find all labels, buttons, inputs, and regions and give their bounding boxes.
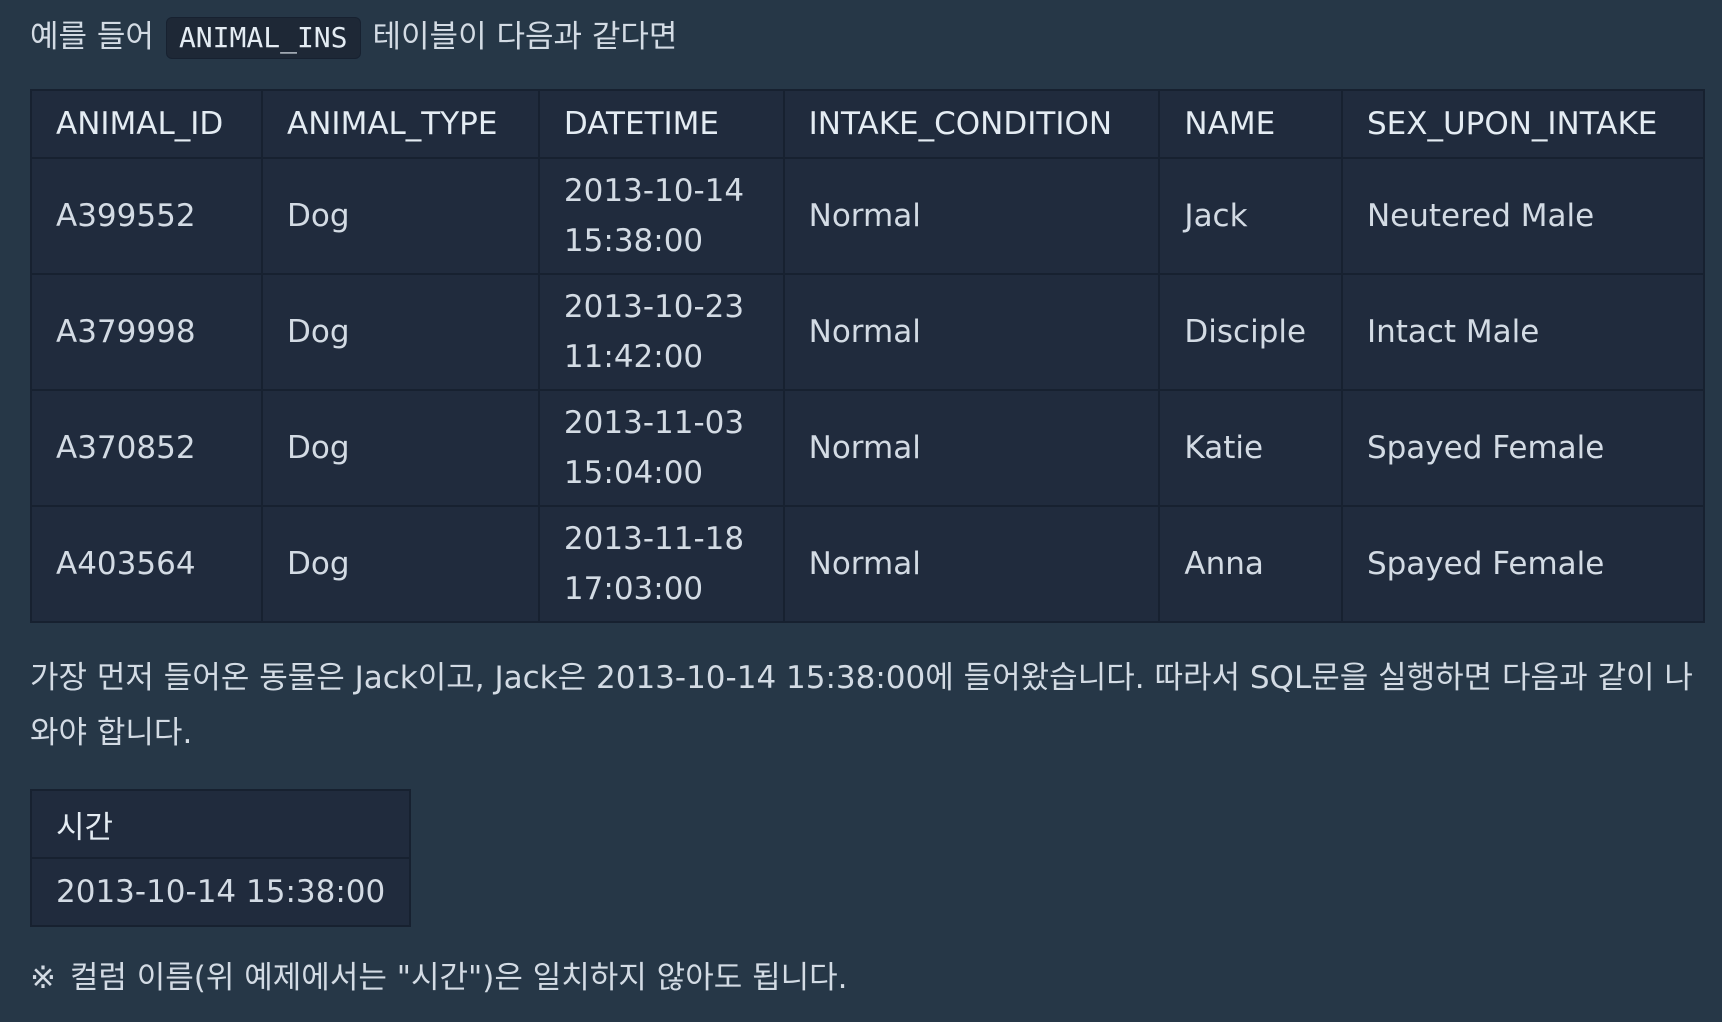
cell-datetime: 2013-11-03 15:04:00 bbox=[537, 389, 785, 507]
cell-intake-condition: Normal bbox=[782, 389, 1161, 507]
cell-date: 2013-10-23 bbox=[563, 289, 745, 325]
cell-sex-upon-intake: Intact Male bbox=[1340, 273, 1706, 391]
cell-sex-upon-intake: Spayed Female bbox=[1340, 505, 1706, 623]
cell-time: 17:03:00 bbox=[563, 571, 704, 607]
explanation-line-1: 가장 먼저 들어온 동물은 Jack이고, Jack은 2013-10-14 1… bbox=[30, 660, 1693, 696]
intro-text-before: 예를 들어 bbox=[30, 19, 154, 55]
table-row: A379998 Dog 2013-10-23 11:42:00 Normal Di… bbox=[29, 273, 1706, 391]
cell-sex-upon-intake: Neutered Male bbox=[1340, 157, 1706, 275]
cell-animal-type: Dog bbox=[261, 273, 540, 391]
explanation-paragraph: 가장 먼저 들어온 동물은 Jack이고, Jack은 2013-10-14 1… bbox=[30, 651, 1705, 761]
cell-name: Katie bbox=[1158, 389, 1343, 507]
table-row: A399552 Dog 2013-10-14 15:38:00 Normal Ja… bbox=[29, 157, 1706, 275]
cell-time: 15:38:00 bbox=[563, 223, 704, 259]
cell-date: 2013-11-03 bbox=[563, 405, 745, 441]
explanation-line-2: 와야 합니다. bbox=[30, 715, 193, 751]
expected-result-table: 시간 2013-10-14 15:38:00 bbox=[29, 789, 412, 927]
cell-time: 11:42:00 bbox=[563, 339, 704, 375]
header-animal-type: ANIMAL_TYPE bbox=[261, 89, 540, 159]
cell-name: Jack bbox=[1158, 157, 1343, 275]
result-header-row: 시간 bbox=[29, 789, 412, 859]
table-row: A370852 Dog 2013-11-03 15:04:00 Normal Ka… bbox=[29, 389, 1706, 507]
cell-animal-type: Dog bbox=[261, 505, 540, 623]
cell-date: 2013-11-18 bbox=[563, 521, 745, 557]
cell-date: 2013-10-14 bbox=[563, 173, 745, 209]
header-name: NAME bbox=[1158, 89, 1343, 159]
table-header-row: ANIMAL_ID ANIMAL_TYPE DATETIME INTAKE_CO… bbox=[29, 89, 1706, 159]
cell-name: Anna bbox=[1158, 505, 1343, 623]
cell-datetime: 2013-10-23 11:42:00 bbox=[537, 273, 785, 391]
cell-intake-condition: Normal bbox=[782, 273, 1161, 391]
result-cell-time: 2013-10-14 15:38:00 bbox=[29, 857, 412, 927]
cell-name: Disciple bbox=[1158, 273, 1343, 391]
note-paragraph: ※ 컬럼 이름(위 예제에서는 "시간")은 일치하지 않아도 됩니다. bbox=[30, 951, 1705, 1006]
header-datetime: DATETIME bbox=[537, 89, 785, 159]
intro-text-after: 테이블이 다음과 같다면 bbox=[372, 19, 678, 55]
note-reference-mark: ※ bbox=[30, 960, 56, 996]
cell-animal-id: A379998 bbox=[29, 273, 264, 391]
intro-paragraph: 예를 들어 ANIMAL_INS 테이블이 다음과 같다면 bbox=[30, 10, 1705, 65]
result-header-time: 시간 bbox=[29, 789, 412, 859]
cell-intake-condition: Normal bbox=[782, 157, 1161, 275]
cell-sex-upon-intake: Spayed Female bbox=[1340, 389, 1706, 507]
cell-animal-id: A403564 bbox=[29, 505, 264, 623]
cell-datetime: 2013-10-14 15:38:00 bbox=[537, 157, 785, 275]
table-row: A403564 Dog 2013-11-18 17:03:00 Normal An… bbox=[29, 505, 1706, 623]
problem-description: 예를 들어 ANIMAL_INS 테이블이 다음과 같다면 ANIMAL_ID … bbox=[29, 0, 1706, 1006]
cell-datetime: 2013-11-18 17:03:00 bbox=[537, 505, 785, 623]
header-sex-upon-intake: SEX_UPON_INTAKE bbox=[1340, 89, 1706, 159]
cell-animal-id: A370852 bbox=[29, 389, 264, 507]
cell-animal-type: Dog bbox=[261, 157, 540, 275]
cell-intake-condition: Normal bbox=[782, 505, 1161, 623]
cell-animal-id: A399552 bbox=[29, 157, 264, 275]
note-text: 컬럼 이름(위 예제에서는 "시간")은 일치하지 않아도 됩니다. bbox=[69, 960, 848, 996]
cell-time: 15:04:00 bbox=[563, 455, 704, 491]
result-row: 2013-10-14 15:38:00 bbox=[29, 857, 412, 927]
header-animal-id: ANIMAL_ID bbox=[29, 89, 264, 159]
cell-animal-type: Dog bbox=[261, 389, 540, 507]
animal-ins-table: ANIMAL_ID ANIMAL_TYPE DATETIME INTAKE_CO… bbox=[29, 89, 1706, 623]
header-intake-condition: INTAKE_CONDITION bbox=[782, 89, 1161, 159]
table-name-code: ANIMAL_INS bbox=[165, 16, 361, 59]
